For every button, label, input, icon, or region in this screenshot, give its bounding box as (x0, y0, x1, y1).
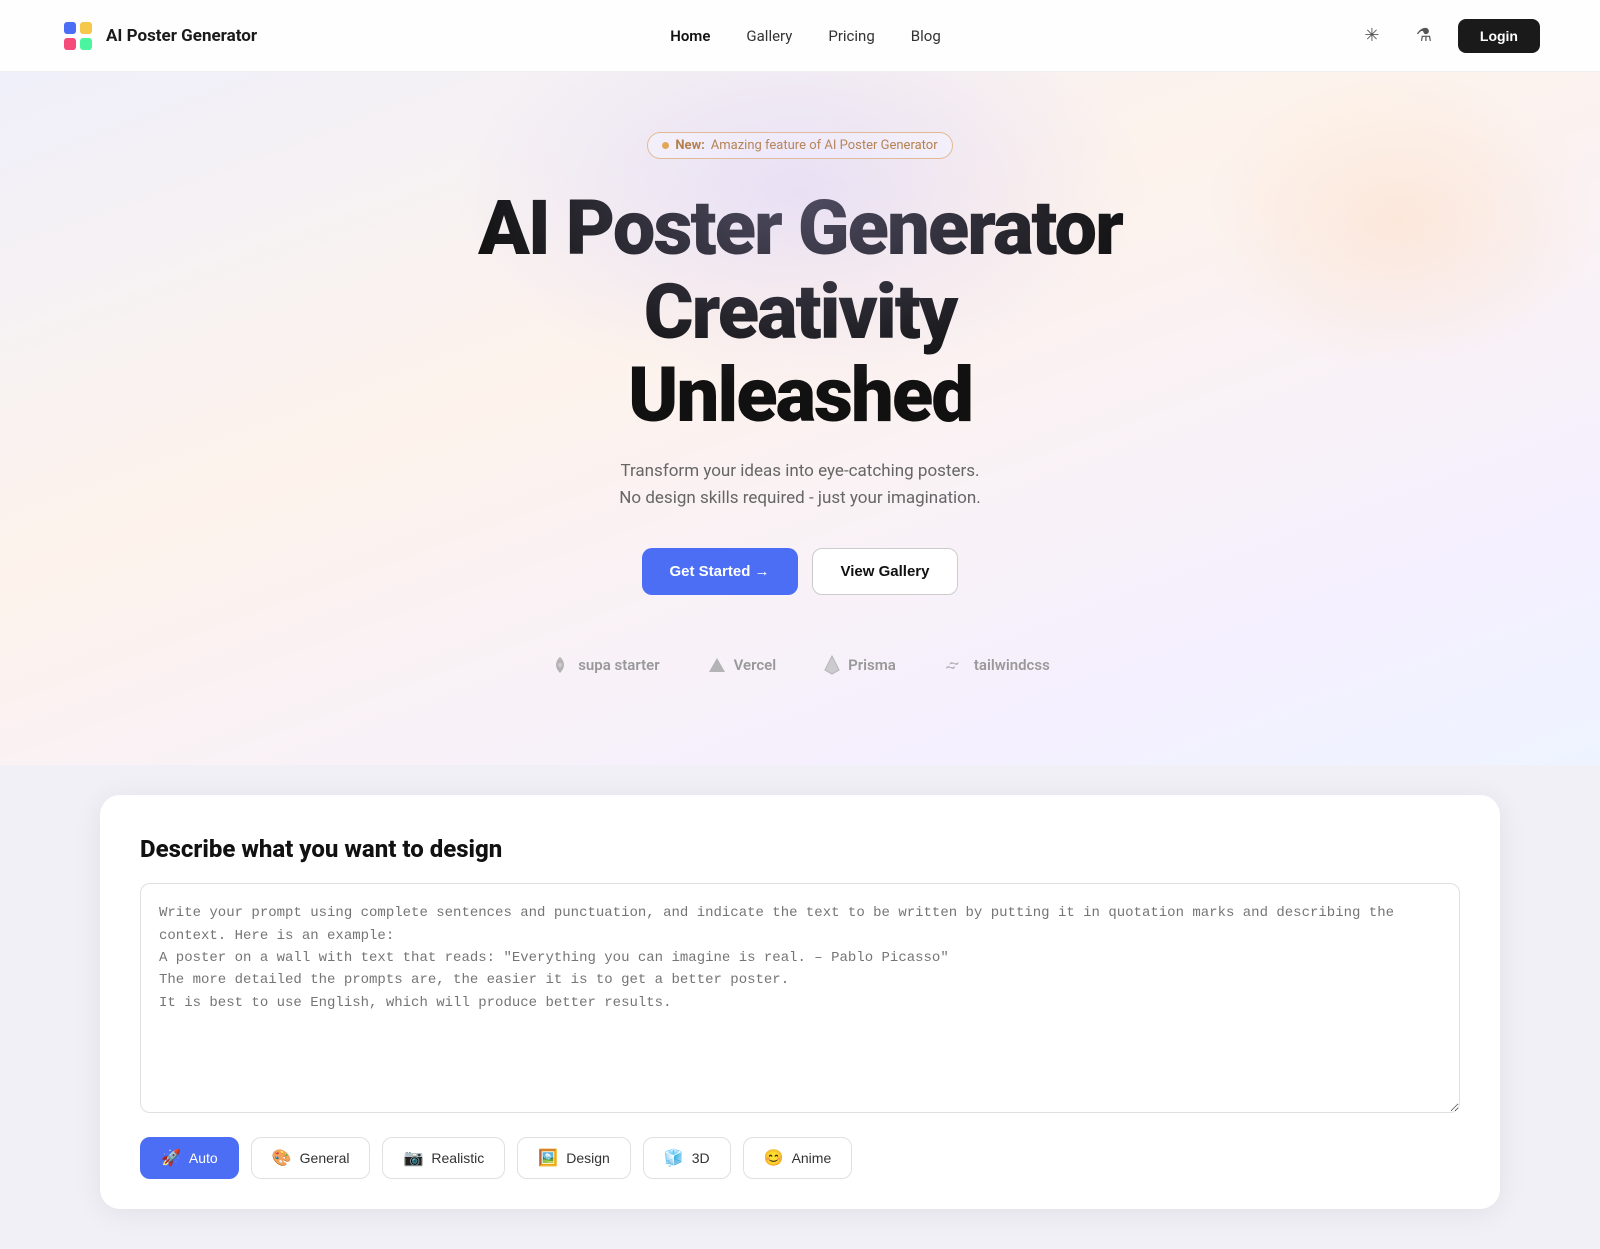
hero-subtitle: Transform your ideas into eye-catching p… (20, 458, 1580, 512)
anime-emoji: 😊 (764, 1148, 784, 1168)
design-section-wrapper: Describe what you want to design 🚀 Auto … (0, 765, 1600, 1249)
new-badge: New: Amazing feature of AI Poster Genera… (647, 132, 952, 159)
3d-emoji: 🧊 (664, 1148, 684, 1168)
nav-pricing[interactable]: Pricing (828, 27, 874, 45)
design-section-title: Describe what you want to design (140, 835, 1460, 863)
hero-title-line1: AI Poster Generator (478, 183, 1122, 273)
vercel-icon (708, 657, 726, 673)
general-label: General (300, 1150, 350, 1166)
badge-new-label: New: (675, 138, 704, 153)
nav-blog[interactable]: Blog (911, 27, 941, 45)
logo-icon (60, 18, 96, 54)
general-emoji: 🎨 (272, 1148, 292, 1168)
nav-gallery[interactable]: Gallery (746, 27, 792, 45)
hero-title: AI Poster Generator Creativity Unleashed (20, 187, 1580, 438)
brand: AI Poster Generator (60, 18, 257, 54)
partner-tailwind: tailwindcss (944, 656, 1050, 674)
partners-row: supa starter Vercel Prisma tailwindcss (20, 645, 1580, 715)
partner-prisma: Prisma (824, 655, 896, 675)
login-button[interactable]: Login (1458, 19, 1540, 53)
badge-text: Amazing feature of AI Poster Generator (711, 138, 938, 153)
brand-name: AI Poster Generator (106, 26, 257, 46)
partner-tailwind-label: tailwindcss (974, 656, 1050, 674)
partner-supastarter: supa starter (550, 655, 659, 675)
auto-emoji: 🚀 (161, 1148, 181, 1168)
view-gallery-button[interactable]: View Gallery (812, 548, 959, 595)
translate-icon[interactable]: ⚗ (1406, 18, 1442, 54)
style-tabs: 🚀 Auto 🎨 General 📷 Realistic 🖼️ Design 🧊… (140, 1137, 1460, 1179)
hero-subtitle-line2: No design skills required - just your im… (619, 488, 980, 508)
style-tab-auto[interactable]: 🚀 Auto (140, 1137, 239, 1179)
rocket-icon (550, 655, 570, 675)
hero-buttons: Get Started → View Gallery (20, 548, 1580, 595)
navbar-right: ✳ ⚗ Login (1354, 18, 1540, 54)
partner-vercel-label: Vercel (734, 656, 777, 674)
design-label: Design (566, 1150, 610, 1166)
style-tab-general[interactable]: 🎨 General (251, 1137, 371, 1179)
prompt-input[interactable] (140, 883, 1460, 1113)
style-tab-3d[interactable]: 🧊 3D (643, 1137, 731, 1179)
design-emoji: 🖼️ (538, 1148, 558, 1168)
navbar: AI Poster Generator Home Gallery Pricing… (0, 0, 1600, 72)
realistic-label: Realistic (431, 1150, 484, 1166)
auto-label: Auto (189, 1150, 218, 1166)
tailwind-icon (944, 658, 966, 672)
realistic-emoji: 📷 (403, 1148, 423, 1168)
style-tab-design[interactable]: 🖼️ Design (517, 1137, 631, 1179)
hero-title-line3: Unleashed (628, 350, 972, 440)
hero-section: New: Amazing feature of AI Poster Genera… (0, 72, 1600, 765)
badge-dot (662, 142, 669, 149)
anime-label: Anime (792, 1150, 832, 1166)
prisma-icon (824, 655, 840, 675)
nav-links: Home Gallery Pricing Blog (670, 27, 941, 45)
nav-home[interactable]: Home (670, 27, 710, 45)
hero-subtitle-line1: Transform your ideas into eye-catching p… (620, 461, 979, 481)
get-started-button[interactable]: Get Started → (642, 548, 798, 595)
partner-vercel: Vercel (708, 656, 777, 674)
settings-icon[interactable]: ✳ (1354, 18, 1390, 54)
style-tab-realistic[interactable]: 📷 Realistic (382, 1137, 505, 1179)
3d-label: 3D (692, 1150, 710, 1166)
hero-title-line2: Creativity (644, 267, 956, 357)
design-card: Describe what you want to design 🚀 Auto … (100, 795, 1500, 1209)
partner-prisma-label: Prisma (848, 656, 896, 674)
partner-supastarter-label: supa starter (578, 656, 659, 674)
style-tab-anime[interactable]: 😊 Anime (743, 1137, 853, 1179)
